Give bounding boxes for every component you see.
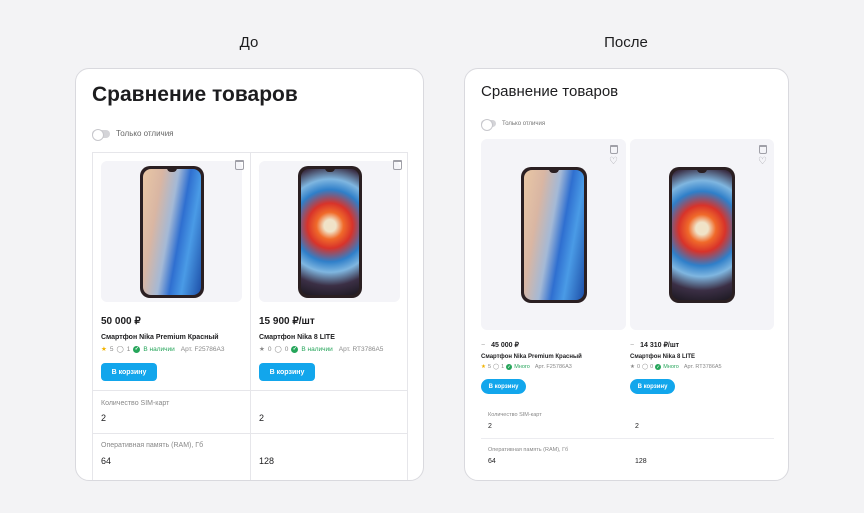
spec-value: 2 bbox=[488, 423, 492, 430]
trash-icon[interactable] bbox=[759, 145, 767, 154]
check-circle-icon: ✓ bbox=[291, 345, 299, 353]
rating-value: 0 bbox=[636, 364, 640, 370]
product-name[interactable]: Смартфон Nika Premium Красный bbox=[481, 354, 582, 360]
toggle-switch[interactable] bbox=[481, 119, 496, 131]
differences-toggle[interactable]: Только отличия bbox=[92, 128, 174, 141]
article-number: Арт. RT3786A5 bbox=[338, 345, 384, 353]
product-card: 50 000 ₽ Смартфон Nika Premium Красный ★… bbox=[93, 153, 250, 390]
product-image[interactable] bbox=[630, 139, 774, 330]
product-price: 50 000 ₽ bbox=[101, 316, 141, 327]
stock-status: В наличии bbox=[143, 345, 175, 353]
compare-grid: 50 000 ₽ Смартфон Nika Premium Красный ★… bbox=[92, 152, 408, 480]
product-meta: ★ 5 ◯ 1 ✓ В наличии Арт. F25786A3 bbox=[101, 345, 224, 353]
add-to-cart-button[interactable]: В корзину bbox=[630, 379, 675, 394]
reviews-count: 1 bbox=[501, 364, 505, 370]
product-name[interactable]: Смартфон Nika 8 LITE bbox=[630, 354, 695, 360]
comment-icon: ◯ bbox=[274, 346, 282, 353]
spec-value: 2 bbox=[101, 413, 107, 423]
star-icon: ★ bbox=[259, 346, 265, 353]
spec-label: Оперативная память (RAM), Гб bbox=[488, 447, 569, 453]
spec-value: 2 bbox=[635, 423, 639, 430]
heart-icon[interactable]: ♡ bbox=[758, 157, 768, 167]
stock-status: Много bbox=[663, 364, 679, 370]
toggle-switch[interactable] bbox=[92, 128, 110, 141]
check-circle-icon: ✓ bbox=[655, 364, 662, 370]
reviews-count: 0 bbox=[284, 345, 289, 353]
add-to-cart-button[interactable]: В корзину bbox=[101, 363, 157, 381]
rating-value: 0 bbox=[267, 345, 272, 353]
product-meta: ★ 0 ◯ 0 ✓ В наличии Арт. RT3786A5 bbox=[259, 345, 383, 353]
compare-card-after: Сравнение товаров Только отличия ♡ − 45 … bbox=[464, 68, 789, 481]
rating-value: 5 bbox=[487, 364, 491, 370]
product-price: 15 900 ₽/шт bbox=[259, 316, 315, 327]
spec-value: 64 bbox=[101, 456, 112, 466]
article-number: Арт. RT3786A5 bbox=[683, 364, 722, 370]
spec-value: 128 bbox=[259, 456, 275, 466]
add-to-cart-button[interactable]: В корзину bbox=[259, 363, 315, 381]
minus-icon: − bbox=[630, 341, 635, 349]
add-to-cart-button[interactable]: В корзину bbox=[481, 379, 526, 394]
product-image[interactable] bbox=[259, 161, 400, 302]
comment-icon: ◯ bbox=[493, 364, 500, 370]
label-before: До bbox=[239, 34, 259, 51]
spec-label: Оперативная память (RAM), Гб bbox=[101, 442, 204, 449]
trash-icon[interactable] bbox=[235, 160, 244, 170]
product-meta: ★ 5 ◯ 1 ✓ Много Арт. F25786A3 bbox=[481, 364, 572, 370]
page-title: Сравнение товаров bbox=[481, 83, 619, 100]
rating-value: 5 bbox=[109, 345, 114, 353]
spec-value: 128 bbox=[635, 458, 647, 465]
label-after: После bbox=[604, 34, 648, 51]
product-image[interactable] bbox=[481, 139, 626, 330]
star-icon: ★ bbox=[101, 346, 107, 353]
product-image[interactable] bbox=[101, 161, 242, 302]
article-number: Арт. F25786A3 bbox=[180, 345, 225, 353]
article-number: Арт. F25786A3 bbox=[534, 364, 572, 370]
comment-icon: ◯ bbox=[116, 346, 124, 353]
heart-icon[interactable]: ♡ bbox=[609, 157, 619, 167]
trash-icon[interactable] bbox=[393, 160, 402, 170]
reviews-count: 0 bbox=[650, 364, 654, 370]
product-card: ♡ − 14 310 ₽/шт Смартфон Nika 8 LITE ★ 0… bbox=[630, 139, 774, 399]
stock-status: В наличии bbox=[301, 345, 333, 353]
trash-icon[interactable] bbox=[610, 145, 618, 154]
stock-status: Много bbox=[514, 364, 530, 370]
price-row: − 45 000 ₽ bbox=[481, 341, 519, 350]
product-name[interactable]: Смартфон Nika Premium Красный bbox=[101, 334, 219, 341]
price-row: − 14 310 ₽/шт bbox=[630, 341, 680, 350]
toggle-label: Только отличия bbox=[502, 120, 546, 127]
star-icon: ★ bbox=[630, 364, 635, 370]
toggle-label: Только отличия bbox=[116, 129, 174, 138]
spec-label: Количество SIM-карт bbox=[101, 400, 170, 407]
differences-toggle[interactable]: Только отличия bbox=[481, 119, 546, 131]
minus-icon: − bbox=[481, 341, 486, 349]
product-price: 45 000 ₽ bbox=[491, 342, 519, 349]
product-name[interactable]: Смартфон Nika 8 LITE bbox=[259, 334, 335, 341]
spec-value: 64 bbox=[488, 458, 496, 465]
product-card: ♡ − 45 000 ₽ Смартфон Nika Premium Красн… bbox=[481, 139, 626, 399]
spec-value: 2 bbox=[259, 413, 265, 423]
reviews-count: 1 bbox=[126, 345, 131, 353]
product-card: 15 900 ₽/шт Смартфон Nika 8 LITE ★ 0 ◯ 0… bbox=[251, 153, 408, 390]
check-circle-icon: ✓ bbox=[133, 345, 141, 353]
compare-card-before: Сравнение товаров Только отличия 50 000 … bbox=[75, 68, 424, 481]
comment-icon: ◯ bbox=[642, 364, 649, 370]
product-price: 14 310 ₽/шт bbox=[640, 342, 680, 349]
star-icon: ★ bbox=[481, 364, 486, 370]
page-title: Сравнение товаров bbox=[92, 83, 298, 106]
check-circle-icon: ✓ bbox=[506, 364, 513, 370]
spec-label: Количество SIM-карт bbox=[488, 412, 542, 418]
product-meta: ★ 0 ◯ 0 ✓ Много Арт. RT3786A5 bbox=[630, 364, 722, 370]
